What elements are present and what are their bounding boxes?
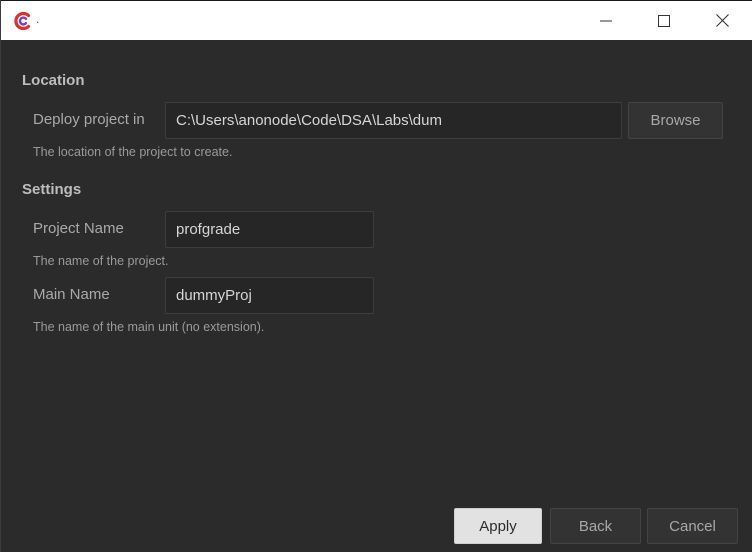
dialog-window: . Location Deploy project in C:\Users\an…: [0, 0, 752, 552]
window-title: .: [36, 12, 40, 26]
project-name-label: Project Name: [33, 220, 124, 237]
project-name-input[interactable]: profgrade: [165, 211, 374, 248]
back-button[interactable]: Back: [550, 508, 641, 544]
close-button[interactable]: [693, 1, 751, 40]
minimize-icon: [600, 20, 612, 21]
main-name-help-text: The name of the main unit (no extension)…: [33, 320, 265, 334]
deploy-path-input[interactable]: C:\Users\anonode\Code\DSA\Labs\dum: [165, 102, 622, 139]
settings-section-title: Settings: [22, 181, 82, 198]
minimize-button[interactable]: [577, 1, 635, 40]
location-help-text: The location of the project to create.: [33, 145, 233, 159]
cancel-button[interactable]: Cancel: [647, 508, 738, 544]
close-icon: [715, 14, 729, 27]
title-bar[interactable]: .: [1, 0, 752, 40]
main-name-label: Main Name: [33, 286, 110, 303]
apply-button[interactable]: Apply: [454, 508, 542, 544]
maximize-button[interactable]: [635, 1, 693, 40]
main-name-input[interactable]: dummyProj: [165, 277, 374, 314]
app-logo-icon: [14, 11, 31, 31]
maximize-icon: [658, 14, 670, 27]
project-name-help-text: The name of the project.: [33, 254, 169, 268]
browse-button[interactable]: Browse: [628, 102, 723, 139]
deploy-project-label: Deploy project in: [33, 111, 145, 128]
location-section-title: Location: [22, 72, 85, 89]
